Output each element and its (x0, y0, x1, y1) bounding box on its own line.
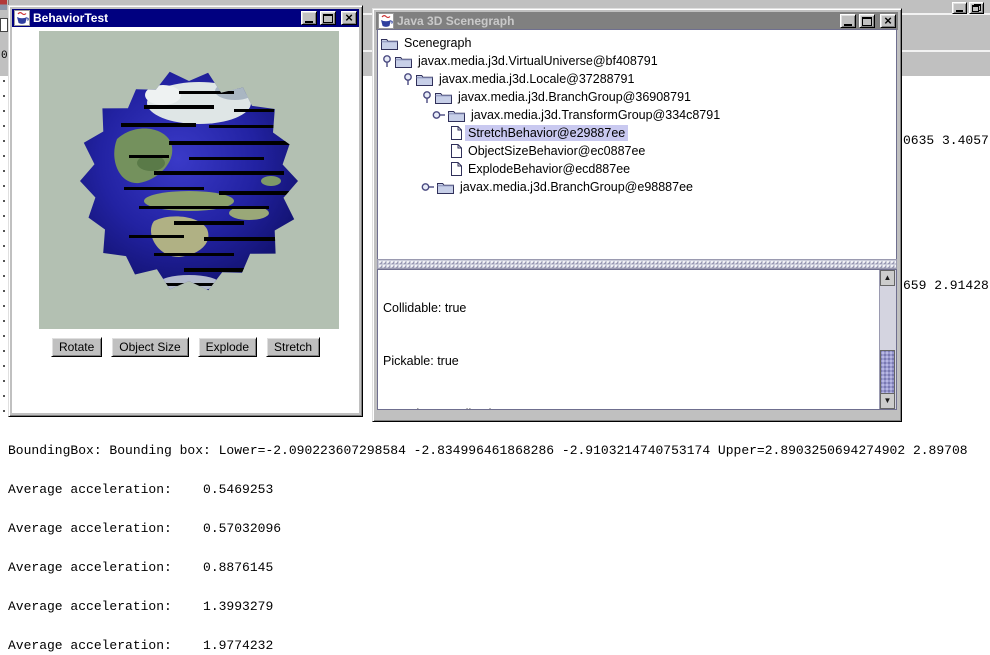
folder-icon (381, 37, 398, 50)
minimize-icon (844, 24, 852, 26)
window-title: Java 3D Scenegraph (397, 14, 837, 28)
folder-icon (435, 91, 452, 104)
detail-line: Collidable: true (383, 300, 896, 318)
console-output: BoundingBox: Bounding box: Lower=-2.0902… (8, 418, 968, 655)
console-line: Average acceleration: 0.5469253 (8, 483, 968, 496)
tree-node-label: ExplodeBehavior@ecd887ee (465, 161, 633, 177)
tree-node-transformgroup[interactable]: javax.media.j3d.TransformGroup@334c8791 (378, 106, 896, 124)
detail-line: Bounds: Bounding box: Lower=1.0 1.0 1.0 … (383, 406, 896, 410)
scenegraph-window: Java 3D Scenegraph × Scenegraph (372, 8, 902, 422)
down-arrow-icon: ▼ (884, 397, 892, 405)
explode-button[interactable]: Explode (198, 337, 257, 357)
console-line-fragment: 0635 3.4057 (903, 134, 989, 147)
tree-node-label: javax.media.j3d.BranchGroup@e98887ee (457, 179, 696, 195)
tree-node-scenegraph[interactable]: Scenegraph (378, 34, 896, 52)
partial-widget (0, 18, 8, 32)
tree-node-branchgroup-1[interactable]: javax.media.j3d.BranchGroup@36908791 (378, 88, 896, 106)
close-button[interactable]: × (880, 14, 896, 28)
tree-node-virtualuniverse[interactable]: javax.media.j3d.VirtualUniverse@bf408791 (378, 52, 896, 70)
rotate-button[interactable]: Rotate (51, 337, 102, 357)
split-pane-divider[interactable] (377, 259, 897, 269)
console-line: Average acceleration: 1.9774232 (8, 639, 968, 652)
minimize-icon (305, 21, 313, 23)
detail-line: Pickable: true (383, 353, 896, 371)
scenegraph-tree-panel: Scenegraph javax.media.j3d.VirtualUniver… (377, 29, 897, 260)
document-icon (450, 144, 462, 158)
scroll-up-button[interactable]: ▲ (880, 270, 895, 286)
object-size-button[interactable]: Object Size (111, 337, 188, 357)
close-icon: × (884, 16, 892, 26)
up-arrow-icon: ▲ (884, 274, 892, 282)
behavior-button-row: Rotate Object Size Explode Stretch (12, 337, 359, 357)
tree-node-label: javax.media.j3d.BranchGroup@36908791 (455, 89, 694, 105)
scroll-down-button[interactable]: ▼ (880, 393, 895, 409)
desktop: 0635 3.4057 659 2.91428 BoundingBox: Bou… (0, 0, 990, 655)
minimize-icon (956, 10, 963, 12)
3d-canvas[interactable] (39, 31, 339, 329)
tree-node-stretchbehavior[interactable]: StretchBehavior@e29887ee (378, 124, 896, 142)
folder-icon (448, 109, 465, 122)
console-line: Average acceleration: 0.8876145 (8, 561, 968, 574)
scenegraph-titlebar[interactable]: Java 3D Scenegraph × (376, 12, 898, 30)
minimize-button[interactable] (840, 14, 856, 28)
close-icon: × (345, 13, 353, 23)
collapsed-handle-icon[interactable] (421, 182, 435, 192)
console-line: Average acceleration: 0.57032096 (8, 522, 968, 535)
tree-node-objectsizebehavior[interactable]: ObjectSizeBehavior@ec0887ee (378, 142, 896, 160)
tree: Scenegraph javax.media.j3d.VirtualUniver… (378, 30, 896, 196)
folder-icon (437, 181, 454, 194)
expanded-handle-icon[interactable] (381, 54, 393, 68)
tree-node-locale[interactable]: javax.media.j3d.Locale@37288791 (378, 70, 896, 88)
node-details-panel: Collidable: true Pickable: true Bounds: … (377, 269, 897, 410)
partial-icon (0, 0, 7, 10)
dotted-column (3, 80, 5, 412)
tree-node-label: javax.media.j3d.TransformGroup@334c8791 (468, 107, 723, 123)
document-icon (450, 162, 462, 176)
collapsed-handle-icon[interactable] (432, 110, 446, 120)
scrollbar-thumb[interactable] (880, 350, 895, 394)
expanded-handle-icon[interactable] (402, 72, 414, 86)
folder-icon (395, 55, 412, 68)
tree-node-branchgroup-2[interactable]: javax.media.j3d.BranchGroup@e98887ee (378, 178, 896, 196)
restore-button[interactable] (969, 2, 984, 14)
window-title: BehaviorTest (33, 11, 298, 25)
behaviortest-titlebar[interactable]: BehaviorTest × (12, 9, 359, 27)
folder-icon (416, 73, 433, 86)
console-line-fragment: 659 2.91428 (903, 279, 989, 292)
behaviortest-content: Rotate Object Size Explode Stretch (12, 27, 359, 413)
tree-node-label: javax.media.j3d.Locale@37288791 (436, 71, 637, 87)
minimize-button[interactable] (301, 11, 317, 25)
tree-node-label: Scenegraph (401, 35, 474, 51)
console-line: Average acceleration: 1.3993279 (8, 600, 968, 613)
node-details-text: Collidable: true Pickable: true Bounds: … (378, 269, 896, 410)
minimize-button[interactable] (952, 2, 967, 14)
java-cup-icon (378, 13, 394, 29)
maximize-button[interactable] (859, 14, 875, 28)
tree-node-label-selected: StretchBehavior@e29887ee (465, 125, 628, 141)
earth-globe-graphic (39, 31, 339, 329)
java-cup-icon (14, 10, 30, 26)
maximize-button[interactable] (320, 11, 336, 25)
stretch-button[interactable]: Stretch (266, 337, 320, 357)
maximize-icon (323, 14, 333, 23)
maximize-icon (862, 17, 872, 26)
behaviortest-window: BehaviorTest × (8, 5, 363, 417)
background-titlebar-buttons (952, 2, 984, 14)
restore-icon (972, 4, 981, 12)
partial-text: 0 (1, 50, 8, 62)
tree-node-explodebehavior[interactable]: ExplodeBehavior@ecd887ee (378, 160, 896, 178)
document-icon (450, 126, 462, 140)
tree-node-label: javax.media.j3d.VirtualUniverse@bf408791 (415, 53, 661, 69)
expanded-handle-icon[interactable] (421, 90, 433, 104)
vertical-scrollbar[interactable]: ▲ ▼ (879, 270, 896, 409)
close-button[interactable]: × (341, 11, 357, 25)
console-line: BoundingBox: Bounding box: Lower=-2.0902… (8, 444, 968, 457)
tree-node-label: ObjectSizeBehavior@ec0887ee (465, 143, 648, 159)
